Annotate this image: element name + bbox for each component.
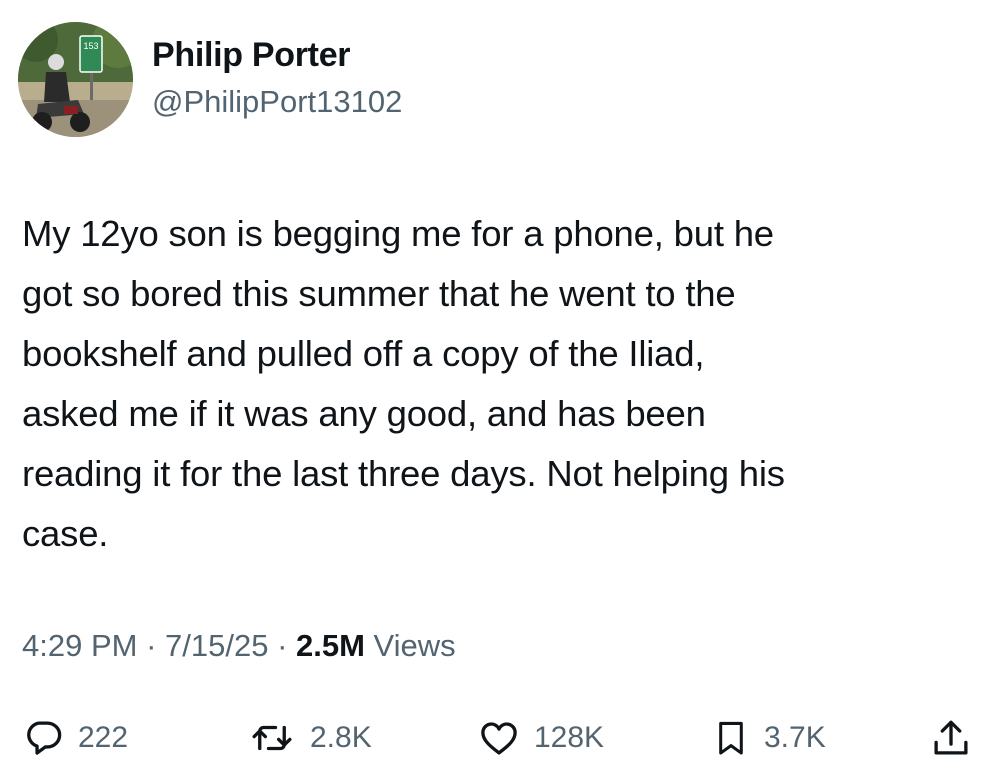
tweet-meta: 4:29 PM · 7/15/25 · 2.5M Views <box>22 628 456 664</box>
avatar[interactable]: 153 <box>18 22 133 137</box>
tweet-text: My 12yo son is begging me for a phone, b… <box>22 213 785 554</box>
meta-separator: · <box>268 628 297 663</box>
views-label: Views <box>364 628 456 663</box>
bookmark-icon <box>719 721 743 755</box>
share-icon <box>934 720 968 755</box>
reply-button[interactable]: 222 <box>22 710 128 766</box>
repost-count: 2.8K <box>310 721 372 754</box>
like-count: 128K <box>534 721 605 754</box>
heart-icon <box>481 722 517 755</box>
avatar-photo: 153 <box>18 22 133 137</box>
author-handle[interactable]: @PhilipPort13102 <box>152 84 402 120</box>
share-button[interactable] <box>930 710 972 766</box>
repost-button[interactable]: 2.8K <box>248 710 372 766</box>
views-count[interactable]: 2.5M <box>296 628 365 663</box>
reply-icon <box>27 721 62 755</box>
meta-separator: · <box>137 628 166 663</box>
author-name[interactable]: Philip Porter <box>152 36 351 75</box>
tweet-time[interactable]: 4:29 PM <box>22 628 137 663</box>
action-bar: 222 2.8K 128K 3.7K <box>0 710 1006 766</box>
reply-count: 222 <box>78 721 129 754</box>
like-button[interactable]: 128K <box>478 710 604 766</box>
bookmark-count: 3.7K <box>764 721 826 754</box>
bookmark-button[interactable]: 3.7K <box>712 710 826 766</box>
tweet-date[interactable]: 7/15/25 <box>165 628 268 663</box>
repost-icon <box>252 725 292 751</box>
avatar-sign-number: 153 <box>83 41 98 51</box>
